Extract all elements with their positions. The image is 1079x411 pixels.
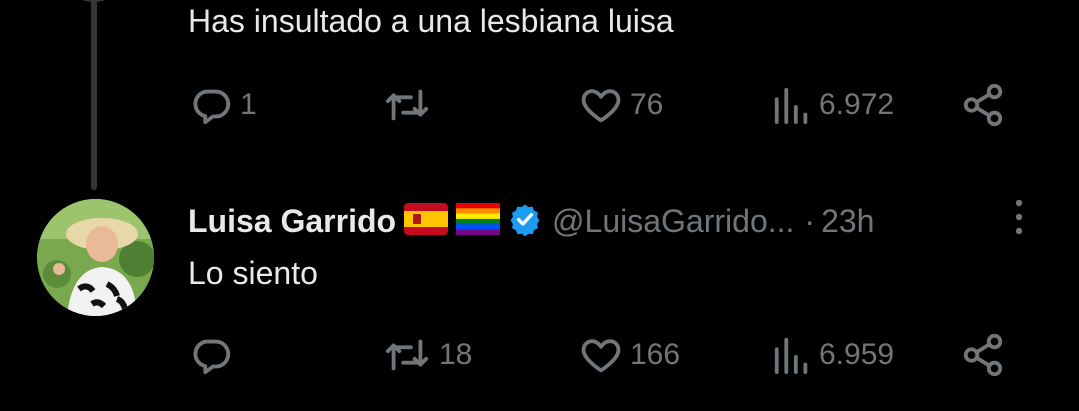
tweet-text: Lo siento <box>188 255 318 291</box>
more-icon <box>1015 199 1023 235</box>
like-icon <box>581 339 621 373</box>
repost-icon <box>385 89 429 121</box>
views-icon <box>774 87 808 125</box>
reply-button[interactable] <box>188 330 240 380</box>
timestamp[interactable]: 23h <box>821 203 874 240</box>
views-icon <box>774 337 808 375</box>
repost-button[interactable]: 18 <box>381 330 472 380</box>
tweet-header: Luisa Garrido @LuisaGarrido... · 23h <box>188 198 874 244</box>
rainbow-flag-icon <box>456 202 501 240</box>
share-button[interactable] <box>960 330 1006 380</box>
reply-icon <box>193 89 231 125</box>
like-count: 76 <box>630 88 664 121</box>
previous-reply-text: Has insultado a una lesbiana luisa <box>188 3 674 39</box>
views-count: 6.972 <box>819 88 895 121</box>
verified-icon <box>508 202 542 241</box>
previous-reply-actions: 1 76 6.972 <box>188 80 1018 130</box>
share-icon <box>963 333 1003 377</box>
like-button[interactable]: 76 <box>578 80 663 130</box>
reply-icon <box>193 339 231 375</box>
separator-dot: · <box>804 202 816 239</box>
avatar[interactable] <box>37 199 154 316</box>
share-icon <box>963 83 1003 127</box>
author-name[interactable]: Luisa Garrido <box>188 203 396 240</box>
repost-button[interactable] <box>381 80 439 130</box>
like-button[interactable]: 166 <box>578 330 680 380</box>
spain-flag-icon <box>404 202 449 240</box>
reply-button[interactable]: 1 <box>188 80 257 130</box>
repost-count: 18 <box>439 338 473 371</box>
author-handle[interactable]: @LuisaGarrido... <box>552 203 794 240</box>
like-icon <box>581 89 621 123</box>
reply-count: 1 <box>240 88 257 121</box>
share-button[interactable] <box>960 80 1006 130</box>
views-button[interactable]: 6.959 <box>771 330 894 380</box>
repost-icon <box>385 339 429 371</box>
views-button[interactable]: 6.972 <box>771 80 894 130</box>
views-count: 6.959 <box>819 338 895 371</box>
tweet-actions: 18 166 6.959 <box>188 330 1018 380</box>
avatar-image <box>37 199 154 316</box>
more-options-button[interactable] <box>1008 195 1030 239</box>
thread-line <box>91 0 97 190</box>
like-count: 166 <box>630 338 681 371</box>
